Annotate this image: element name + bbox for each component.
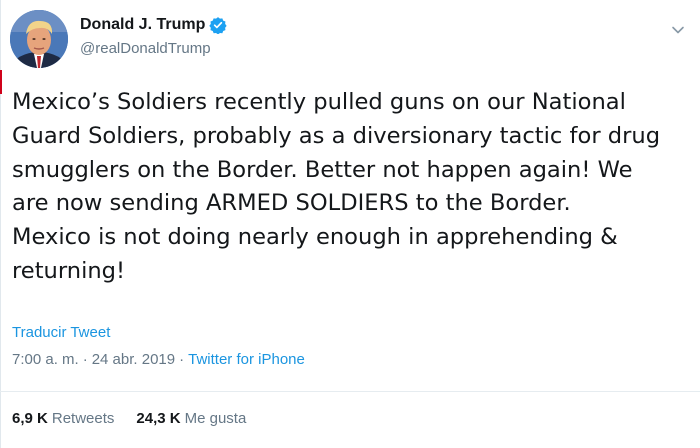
author-block: Donald J. Trump @realDonaldTrump — [80, 14, 227, 57]
retweets-label: Retweets — [51, 410, 115, 427]
likes-count: 24,3 K — [136, 410, 181, 427]
left-accent-mark — [0, 70, 2, 94]
meta-separator: · — [179, 351, 185, 368]
tweet-stats: 6,9 K Retweets 24,3 K Me gusta — [12, 410, 268, 427]
tweet-source-link[interactable]: Twitter for iPhone — [188, 351, 305, 368]
retweets-stat[interactable]: 6,9 K Retweets — [12, 410, 114, 427]
tweet-time[interactable]: 7:00 a. m. — [12, 351, 79, 368]
tweet-card: Donald J. Trump @realDonaldTrump Mexico’… — [0, 0, 700, 448]
verified-badge-icon — [209, 16, 227, 35]
likes-stat[interactable]: 24,3 K Me gusta — [136, 410, 246, 427]
meta-separator: · — [82, 351, 88, 368]
avatar-image — [10, 10, 68, 68]
name-row: Donald J. Trump — [80, 14, 227, 36]
left-border — [0, 0, 1, 448]
display-name[interactable]: Donald J. Trump — [80, 16, 205, 34]
chevron-down-icon[interactable] — [670, 22, 686, 38]
tweet-metadata: 7:00 a. m. · 24 abr. 2019 · Twitter for … — [12, 351, 305, 368]
avatar[interactable] — [10, 10, 68, 68]
divider — [0, 391, 700, 392]
tweet-text: Mexico’s Soldiers recently pulled guns o… — [12, 89, 661, 284]
retweets-count: 6,9 K — [12, 410, 48, 427]
user-handle[interactable]: @realDonaldTrump — [80, 40, 227, 57]
translate-tweet-link[interactable]: Traducir Tweet — [12, 324, 110, 341]
tweet-date[interactable]: 24 abr. 2019 — [92, 351, 175, 368]
likes-label: Me gusta — [184, 410, 247, 427]
